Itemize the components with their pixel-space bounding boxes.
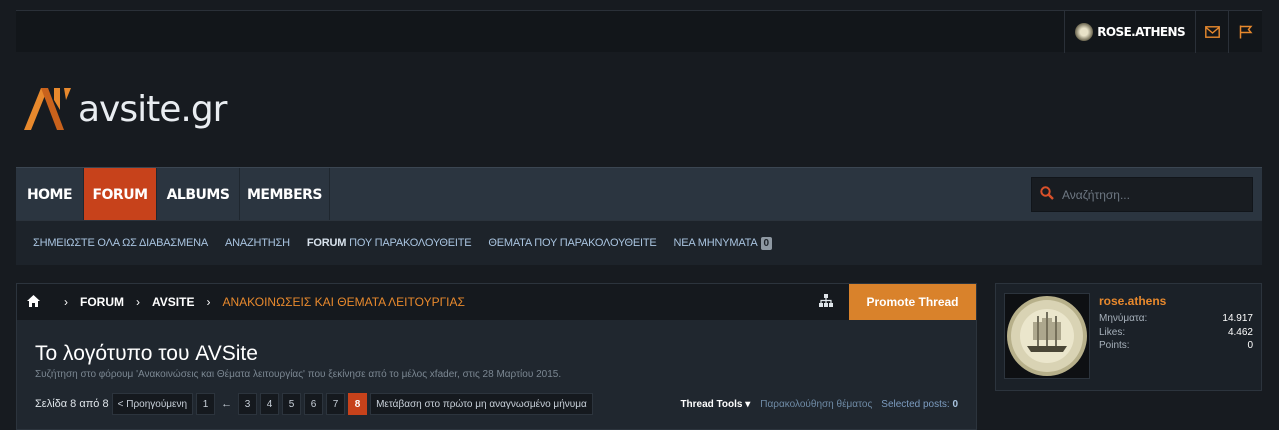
watch-thread-link[interactable]: Παρακολούθηση θέματος: [760, 399, 872, 410]
page-button-current[interactable]: 8: [348, 393, 368, 415]
new-posts-badge: 0: [760, 236, 772, 250]
page-button-7[interactable]: 7: [326, 393, 346, 415]
watched-forums-rest: ΠΟΥ ΠΑΡΑΚΟΛΟΥΘΕΙΤΕ: [346, 237, 472, 249]
home-icon[interactable]: [27, 294, 40, 310]
user-stats: Μηνύματα: 14.917 Likes: 4.462 Points: 0: [1099, 313, 1253, 354]
search-box: [1031, 177, 1253, 212]
breadcrumb-separator: ›: [206, 295, 211, 309]
tab-albums[interactable]: ALBUMS: [157, 168, 240, 221]
tab-members[interactable]: MEMBERS: [240, 168, 330, 221]
selected-posts-label: Selected posts:: [881, 399, 950, 410]
stat-label: Likes:: [1099, 326, 1126, 338]
breadcrumb-avsite[interactable]: AVSITE: [152, 295, 194, 309]
user-menu[interactable]: ROSE.ATHENS: [1064, 11, 1196, 53]
thread-tools-menu[interactable]: Thread Tools ▾: [680, 399, 750, 410]
breadcrumb: › FORUM › AVSITE › ΑΝΑΚΟΙΝΩΣΕΙΣ ΚΑΙ ΘΕΜΑ…: [17, 284, 976, 320]
page-button-4[interactable]: 4: [260, 393, 280, 415]
stat-label: Points:: [1099, 340, 1130, 351]
search-icon[interactable]: [1040, 185, 1054, 204]
logo-text: avsite.gr: [78, 88, 227, 130]
user-card-name[interactable]: rose.athens: [1099, 294, 1166, 308]
stat-row: Μηνύματα: 14.917: [1099, 313, 1253, 327]
top-user-bar: ROSE.ATHENS: [16, 10, 1262, 53]
page-button-3[interactable]: 3: [238, 393, 258, 415]
sitemap-icon[interactable]: [819, 294, 833, 310]
selected-posts[interactable]: Selected posts: 0: [881, 399, 958, 410]
watched-forums-link[interactable]: FORUM ΠΟΥ ΠΑΡΑΚΟΛΟΥΘΕΙΤΕ: [306, 237, 472, 249]
watched-forums-bold: FORUM: [306, 237, 347, 249]
promote-thread-button[interactable]: Promote Thread: [849, 284, 976, 320]
new-posts-link[interactable]: ΝΕΑ ΜΗΝΥΜΑΤΑ 0: [673, 236, 772, 250]
page-gap-arrow[interactable]: ←: [221, 398, 232, 410]
goto-unread-button[interactable]: Μετάβαση στο πρώτο μη αναγνωσμένο μήνυμα: [370, 393, 593, 415]
site-logo[interactable]: avsite.gr: [24, 86, 227, 132]
selected-posts-count: 0: [952, 399, 958, 410]
sub-nav: ΣΗΜΕΙΩΣΤΕ ΟΛΑ ΩΣ ΔΙΑΒΑΣΜΕΝΑ ΑΝΑΖΗΤΗΣΗ FO…: [16, 220, 1262, 265]
thread-panel: › FORUM › AVSITE › ΑΝΑΚΟΙΝΩΣΕΙΣ ΚΑΙ ΘΕΜΑ…: [16, 283, 977, 430]
thread-tools-bar: Thread Tools ▾ Παρακολούθηση θέματος Sel…: [680, 399, 958, 410]
new-posts-label: ΝΕΑ ΜΗΝΥΜΑΤΑ: [673, 236, 758, 249]
search-link[interactable]: ΑΝΑΖΗΤΗΣΗ: [225, 237, 290, 249]
tab-home[interactable]: HOME: [16, 168, 84, 221]
user-avatar[interactable]: [1004, 293, 1090, 379]
mark-all-read-link[interactable]: ΣΗΜΕΙΩΣΤΕ ΟΛΑ ΩΣ ΔΙΑΒΑΣΜΕΝΑ: [33, 237, 208, 249]
page-button-5[interactable]: 5: [282, 393, 302, 415]
logo-mark-icon: [24, 88, 71, 130]
page: ROSE.ATHENS avsite.gr HOME FORUM ALBUMS …: [0, 0, 1279, 430]
page-label: Σελίδα 8 από 8: [35, 398, 109, 410]
mail-icon[interactable]: [1196, 11, 1229, 53]
breadcrumb-separator: ›: [64, 295, 68, 309]
search-input[interactable]: [1062, 187, 1232, 202]
stat-row: Likes: 4.462: [1099, 327, 1253, 341]
tab-forum[interactable]: FORUM: [84, 168, 157, 221]
stat-row: Points: 0: [1099, 340, 1253, 354]
avatar: [1075, 23, 1094, 41]
user-card: rose.athens Μηνύματα: 14.917 Likes: 4.462 …: [995, 283, 1262, 391]
stat-value: 0: [1247, 340, 1253, 351]
breadcrumb-forum[interactable]: FORUM: [80, 295, 124, 309]
page-button-6[interactable]: 6: [304, 393, 324, 415]
page-button-1[interactable]: 1: [196, 393, 216, 415]
stat-value: 14.917: [1222, 313, 1253, 324]
watched-threads-link[interactable]: ΘΕΜΑΤΑ ΠΟΥ ΠΑΡΑΚΟΛΟΥΘΕΙΤΕ: [488, 237, 656, 249]
thread-description: Συζήτηση στο φόρουμ 'Ανακοινώσεις και Θέ…: [35, 369, 562, 380]
prev-page-button[interactable]: < Προηγούμενη: [111, 393, 194, 415]
thread-title: Το λογότυπο του AVSite: [35, 342, 258, 365]
username: ROSE.ATHENS: [1097, 25, 1185, 39]
breadcrumb-separator: ›: [136, 295, 140, 309]
pagination: Σελίδα 8 από 8 < Προηγούμενη 1 ← 3 4 5 6…: [35, 393, 596, 415]
stat-label: Μηνύματα:: [1099, 313, 1148, 324]
breadcrumb-current[interactable]: ΑΝΑΚΟΙΝΩΣΕΙΣ ΚΑΙ ΘΕΜΑΤΑ ΛΕΙΤΟΥΡΓΙΑΣ: [222, 295, 464, 309]
flag-icon[interactable]: [1229, 11, 1262, 53]
main-nav: HOME FORUM ALBUMS MEMBERS: [16, 167, 1262, 221]
stat-value: 4.462: [1227, 326, 1253, 338]
